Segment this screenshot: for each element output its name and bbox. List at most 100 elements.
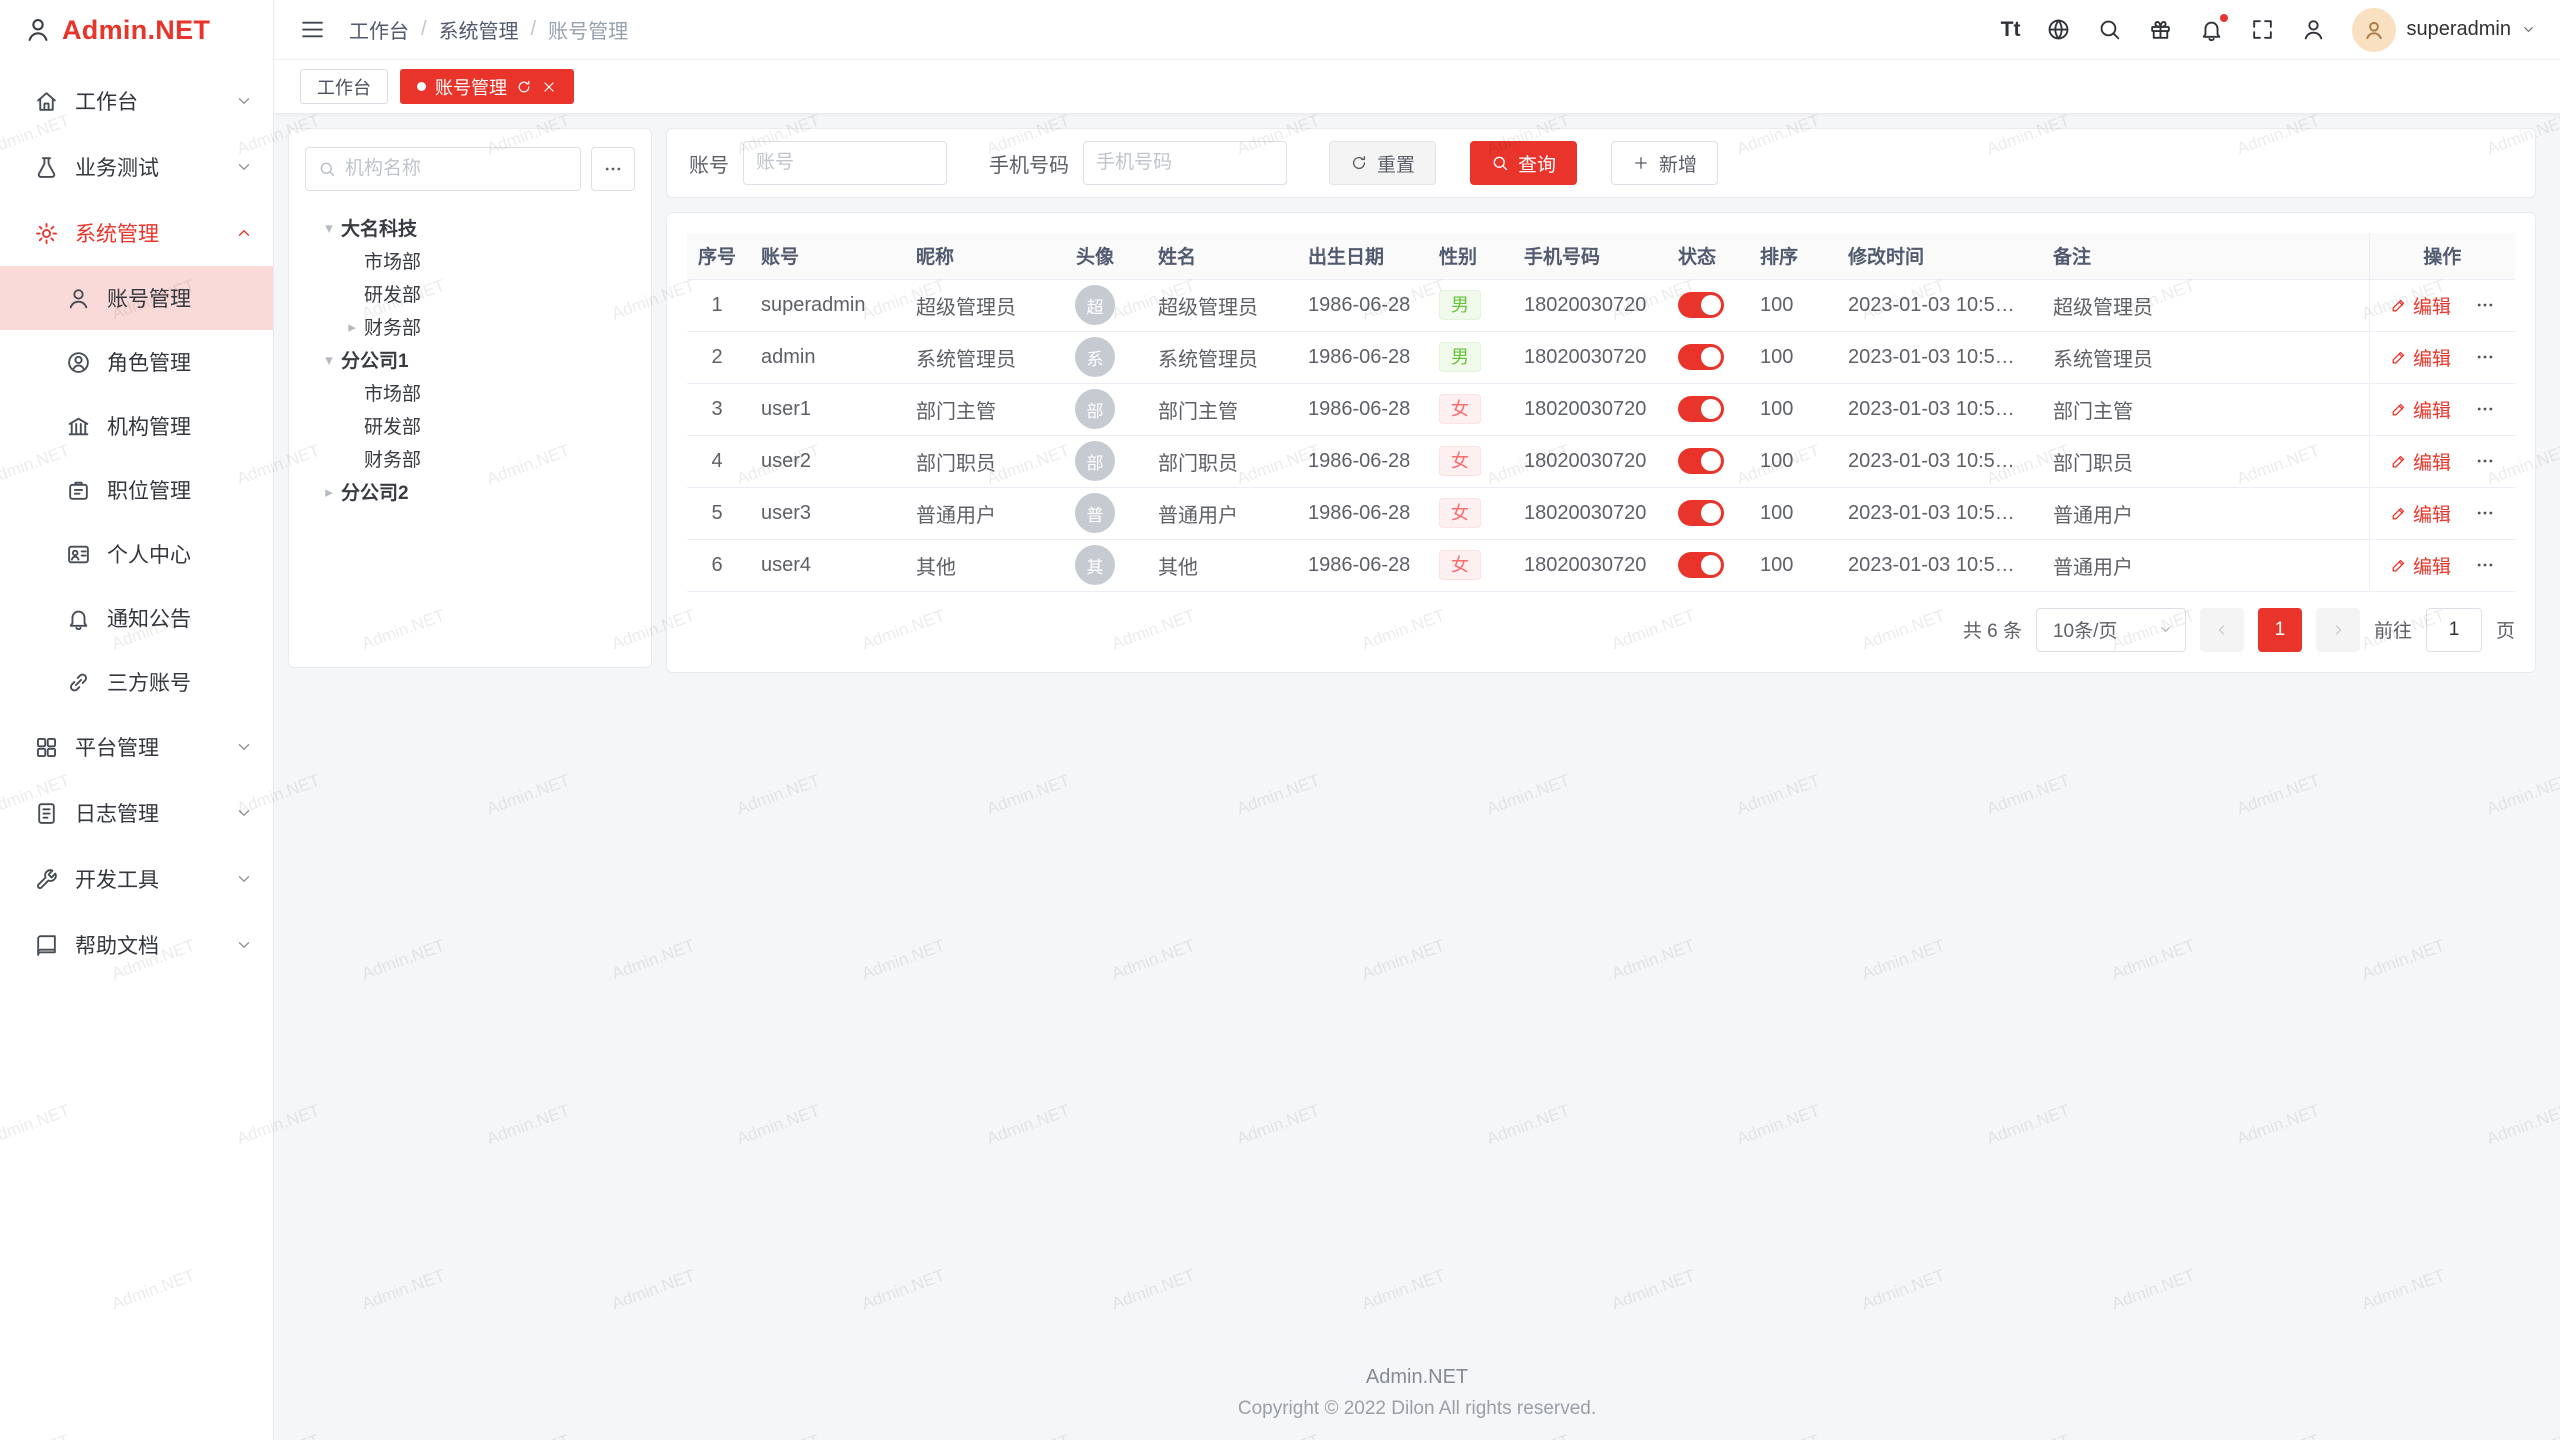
cell-avatar: 系 — [1046, 331, 1144, 383]
sidebar-item-third-party-account[interactable]: 三方账号 — [0, 650, 273, 714]
cell-phone: 18020030720 — [1510, 279, 1664, 331]
org-more-button[interactable] — [591, 147, 635, 191]
account-input[interactable] — [756, 152, 934, 174]
user-circle-icon — [66, 350, 91, 375]
sidebar-item-personal-center[interactable]: 个人中心 — [0, 522, 273, 586]
row-more-button[interactable] — [2475, 555, 2495, 575]
edit-button[interactable]: 编辑 — [2390, 344, 2451, 371]
phone-field — [1083, 141, 1287, 185]
fullscreen-icon[interactable] — [2250, 17, 2275, 42]
row-more-button[interactable] — [2475, 347, 2495, 367]
user-icon[interactable] — [2301, 17, 2326, 42]
chevron-down-icon — [235, 936, 253, 954]
tree-node-label: 分公司2 — [341, 478, 409, 505]
edit-label: 编辑 — [2413, 500, 2451, 527]
sidebar-item-notice[interactable]: 通知公告 — [0, 586, 273, 650]
tree-node[interactable]: 分公司2 — [305, 475, 635, 508]
tree-node[interactable]: 研发部 — [305, 409, 635, 442]
query-button[interactable]: 查询 — [1470, 141, 1577, 185]
tree-node[interactable]: 市场部 — [305, 244, 635, 277]
sidebar-item-label: 个人中心 — [107, 539, 253, 569]
globe-icon[interactable] — [2046, 17, 2071, 42]
phone-input[interactable] — [1096, 152, 1274, 174]
cell-avatar: 其 — [1046, 539, 1144, 591]
tree-node[interactable]: 大名科技 — [305, 211, 635, 244]
edit-label: 编辑 — [2413, 552, 2451, 579]
cell-name: 超级管理员 — [1144, 279, 1294, 331]
cell-status — [1664, 383, 1746, 435]
col-account: 账号 — [747, 233, 902, 279]
sidebar-item-log-management[interactable]: 日志管理 — [0, 780, 273, 846]
gift-icon[interactable] — [2148, 17, 2173, 42]
tree-node[interactable]: 分公司1 — [305, 343, 635, 376]
status-toggle[interactable] — [1678, 500, 1724, 526]
edit-button[interactable]: 编辑 — [2390, 552, 2451, 579]
avatar: 超 — [1075, 285, 1115, 325]
sidebar-item-system-management[interactable]: 系统管理 — [0, 200, 273, 266]
status-toggle[interactable] — [1678, 396, 1724, 422]
sidebar-item-dev-tools[interactable]: 开发工具 — [0, 846, 273, 912]
status-toggle[interactable] — [1678, 344, 1724, 370]
status-toggle[interactable] — [1678, 292, 1724, 318]
tree-node[interactable]: 研发部 — [305, 277, 635, 310]
row-more-button[interactable] — [2475, 295, 2495, 315]
user-menu[interactable]: superadmin — [2352, 8, 2536, 52]
tree-caret-icon[interactable] — [340, 318, 364, 336]
breadcrumb-item[interactable]: 系统管理 — [439, 15, 519, 44]
search-icon[interactable] — [2097, 17, 2122, 42]
breadcrumb-item[interactable]: 工作台 — [349, 15, 409, 44]
row-more-button[interactable] — [2475, 399, 2495, 419]
status-toggle[interactable] — [1678, 552, 1724, 578]
sidebar-item-label: 系统管理 — [75, 218, 219, 248]
edit-button[interactable]: 编辑 — [2390, 448, 2451, 475]
sidebar-item-platform-management[interactable]: 平台管理 — [0, 714, 273, 780]
edit-button[interactable]: 编辑 — [2390, 292, 2451, 319]
page-size-value: 10条/页 — [2053, 616, 2117, 643]
add-label: 新增 — [1659, 150, 1697, 177]
cell-phone: 18020030720 — [1510, 487, 1664, 539]
tab-workbench[interactable]: 工作台 — [300, 69, 388, 104]
org-search-input[interactable] — [345, 158, 568, 180]
hamburger-menu-icon[interactable] — [300, 17, 325, 42]
goto-page-input[interactable] — [2426, 608, 2482, 652]
sidebar-item-business-test[interactable]: 业务测试 — [0, 134, 273, 200]
add-button[interactable]: 新增 — [1611, 141, 1718, 185]
font-size-icon[interactable]: Tt — [2001, 17, 2021, 42]
sidebar-item-workbench[interactable]: 工作台 — [0, 68, 273, 134]
reset-button[interactable]: 重置 — [1329, 141, 1436, 185]
status-toggle[interactable] — [1678, 448, 1724, 474]
sidebar-item-position-management[interactable]: 职位管理 — [0, 458, 273, 522]
tree-node[interactable]: 市场部 — [305, 376, 635, 409]
gender-badge: 男 — [1439, 290, 1481, 321]
sidebar-item-org-management[interactable]: 机构管理 — [0, 394, 273, 458]
page-size-select[interactable]: 10条/页 — [2036, 608, 2186, 652]
row-more-button[interactable] — [2475, 503, 2495, 523]
tab-account-management[interactable]: 账号管理 — [400, 69, 574, 104]
page-button-1[interactable]: 1 — [2258, 608, 2302, 652]
close-icon[interactable] — [541, 79, 557, 95]
avatar: 部 — [1075, 389, 1115, 429]
sidebar-item-account-management[interactable]: 账号管理 — [0, 266, 273, 330]
next-page-button[interactable] — [2316, 608, 2360, 652]
tree-caret-icon[interactable] — [317, 483, 341, 501]
sidebar-item-help-docs[interactable]: 帮助文档 — [0, 912, 273, 978]
sidebar-item-role-management[interactable]: 角色管理 — [0, 330, 273, 394]
edit-button[interactable]: 编辑 — [2390, 396, 2451, 423]
col-remark: 备注 — [2039, 233, 2369, 279]
prev-page-button[interactable] — [2200, 608, 2244, 652]
avatar — [2352, 8, 2396, 52]
id-badge-icon — [66, 478, 91, 503]
edit-button[interactable]: 编辑 — [2390, 500, 2451, 527]
chevron-down-icon — [2158, 622, 2173, 637]
tree-node[interactable]: 财务部 — [305, 310, 635, 343]
refresh-icon[interactable] — [516, 79, 532, 95]
tree-node[interactable]: 财务部 — [305, 442, 635, 475]
tree-caret-icon[interactable] — [317, 351, 341, 369]
tree-node-label: 市场部 — [364, 247, 421, 274]
notification-bell-icon[interactable] — [2199, 17, 2224, 42]
tree-node-label: 财务部 — [364, 445, 421, 472]
cell-birth-date: 1986-06-28 — [1294, 279, 1425, 331]
row-more-button[interactable] — [2475, 451, 2495, 471]
cell-index: 5 — [687, 487, 747, 539]
tree-caret-icon[interactable] — [317, 219, 341, 237]
